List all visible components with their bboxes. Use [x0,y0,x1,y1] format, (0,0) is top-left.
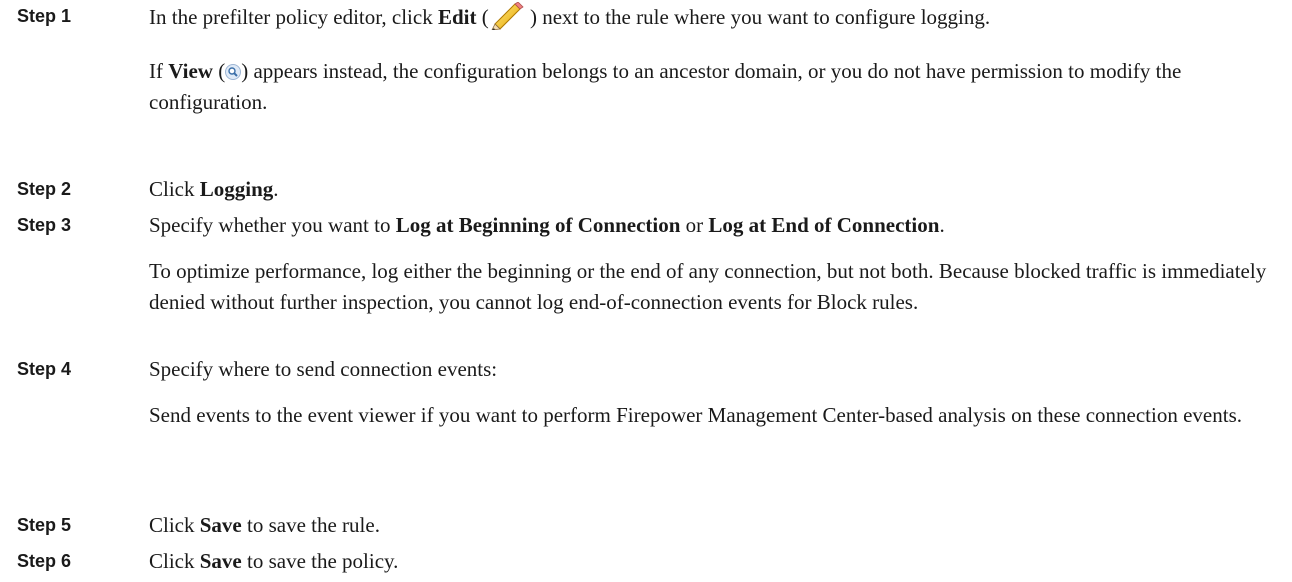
step-2-label: Step 2 [17,179,72,199]
step-3-text: Specify whether you want to Log at Begin… [149,210,1269,241]
step-1-close-paren: ) [524,5,537,29]
step-1-note-open-paren: ( [212,59,226,83]
step-1-note: If View ( ) appears instead, the configu… [149,56,1269,118]
step-2-text-pre: Click [149,177,200,201]
step-5-text-pre: Click [149,513,200,537]
log-end-keyword: Log at End of Connection [708,213,940,237]
step-3-text-post: . [939,213,945,237]
step-4-note: Send events to the event viewer if you w… [149,403,1242,427]
step-1-text: In the prefilter policy editor, click Ed… [149,1,1269,33]
step-1-note-pre: If [149,59,169,83]
view-keyword: View [168,59,213,83]
logging-keyword: Logging [199,177,274,201]
step-3-text-mid: or [680,213,709,237]
save-keyword: Save [199,513,242,537]
step-1-text-pre: In the prefilter policy editor, click [149,5,438,29]
step-2-text-post: . [273,177,279,201]
log-beginning-keyword: Log at Beginning of Connection [395,213,681,237]
step-4-label: Step 4 [17,359,72,379]
step-1-text-post: next to the rule where you want to confi… [536,5,991,29]
edit-pencil-icon [489,1,525,31]
step-5-text: Click Save to save the rule. [149,510,1269,541]
view-magnifier-icon [225,58,242,80]
step-6-text: Click Save to save the policy. [149,546,1269,577]
step-6-label: Step 6 [17,551,72,571]
step-1-label: Step 1 [17,6,72,26]
step-3-label: Step 3 [17,215,72,235]
procedure-document: Step 1 In the prefilter policy editor, c… [0,0,1292,582]
step-3-text-pre: Specify whether you want to [149,213,396,237]
step-6-text-post: to save the policy. [241,549,399,573]
step-1-note-post: ) appears instead, the configuration bel… [149,59,1182,114]
step-4-text: Specify where to send connection events: [149,357,498,381]
step-3-note: To optimize performance, log either the … [149,259,1267,314]
step-2-text: Click Logging. [149,174,1269,205]
step-6-text-pre: Click [149,549,200,573]
step-1-open-paren: ( [476,5,489,29]
step-5-text-post: to save the rule. [241,513,380,537]
edit-keyword: Edit [437,5,477,29]
step-5-label: Step 5 [17,515,72,535]
save-keyword: Save [199,549,242,573]
